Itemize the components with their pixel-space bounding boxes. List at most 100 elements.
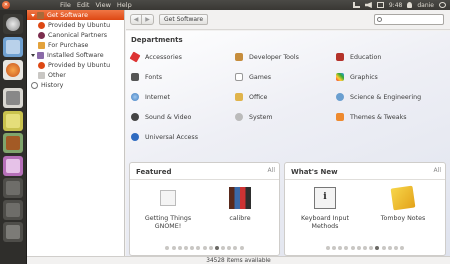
pager-dot[interactable]	[171, 246, 176, 250]
pager-dot[interactable]	[369, 246, 374, 250]
user-icon[interactable]	[407, 2, 413, 8]
pager-dot[interactable]	[375, 246, 380, 250]
launcher-software-center[interactable]	[3, 133, 23, 153]
pager-dot[interactable]	[239, 246, 244, 250]
sidebar-item-installed-software[interactable]: Installed Software	[27, 50, 124, 60]
top-panel: ✕ File Edit View Help 9:48 danie	[0, 0, 450, 10]
pager-dot[interactable]	[338, 246, 343, 250]
launcher-app[interactable]	[3, 111, 23, 131]
whats-new-app-keyboard-input[interactable]: i Keyboard Input Methods	[295, 187, 355, 231]
pager-dot[interactable]	[214, 246, 219, 250]
pager-dot[interactable]	[227, 246, 232, 250]
sidebar-item-label: Provided by Ubuntu	[48, 61, 111, 69]
category-graphics[interactable]: Graphics	[336, 73, 378, 81]
pager-dot[interactable]	[233, 246, 238, 250]
app-label: Keyboard Input Methods	[301, 215, 349, 230]
browser-icon	[6, 63, 20, 77]
close-window-button[interactable]: ✕	[2, 1, 10, 9]
launcher-workspaces[interactable]	[3, 178, 23, 198]
whats-new-pager[interactable]	[285, 246, 445, 250]
pager-dot[interactable]	[221, 246, 226, 250]
sidebar-item-canonical-partners[interactable]: Canonical Partners	[27, 30, 124, 40]
whats-new-panel: What's New All i Keyboard Input Methods …	[284, 162, 446, 256]
applications-icon	[6, 203, 20, 217]
sound-icon[interactable]	[364, 2, 372, 8]
network-icon[interactable]	[352, 2, 360, 8]
search-input[interactable]	[374, 14, 444, 25]
expand-arrow-icon[interactable]	[31, 53, 35, 57]
menu-help[interactable]: Help	[117, 1, 132, 9]
category-accessories[interactable]: Accessories	[129, 51, 182, 63]
pager-dot[interactable]	[363, 246, 367, 250]
fonts-icon	[131, 73, 139, 81]
pager-dot[interactable]	[325, 246, 330, 250]
pager-dot[interactable]	[400, 246, 405, 250]
history-clock-icon	[31, 81, 38, 89]
whats-new-app-tomboy[interactable]: Tomboy Notes	[373, 185, 433, 223]
pager-dot[interactable]	[190, 246, 195, 250]
pager-dot[interactable]	[356, 246, 361, 250]
category-internet[interactable]: Internet	[131, 93, 170, 101]
pager-dot[interactable]	[350, 246, 355, 250]
featured-app-gtg[interactable]: Getting Things GNOME!	[138, 187, 198, 231]
pager-dot[interactable]	[393, 246, 398, 250]
departments-heading: Departments	[131, 36, 183, 44]
power-icon[interactable]	[439, 2, 446, 8]
sidebar-item-installed-ubuntu[interactable]: Provided by Ubuntu	[27, 60, 124, 70]
category-science-engineering[interactable]: Science & Engineering	[336, 93, 421, 101]
pager-dot[interactable]	[183, 246, 188, 250]
menu-view[interactable]: View	[95, 1, 110, 9]
forward-button[interactable]: ▶	[142, 14, 154, 25]
launcher-apps[interactable]	[3, 200, 23, 220]
featured-pager[interactable]	[130, 246, 279, 250]
launcher-browser[interactable]	[3, 60, 23, 80]
featured-all-link[interactable]: All	[268, 167, 275, 174]
pager-dot[interactable]	[208, 246, 213, 250]
category-label: Internet	[145, 93, 171, 101]
category-label: Office	[249, 93, 268, 101]
category-sound-video[interactable]: Sound & Video	[131, 113, 191, 121]
sidebar-item-get-software[interactable]: Get Software	[27, 10, 124, 20]
ubuntu-icon	[38, 61, 45, 69]
category-universal-access[interactable]: Universal Access	[131, 133, 198, 141]
category-developer-tools[interactable]: Developer Tools	[235, 53, 299, 61]
launcher-trash[interactable]	[3, 222, 23, 242]
back-button[interactable]: ◀	[130, 14, 142, 25]
whats-new-all-link[interactable]: All	[434, 167, 441, 174]
sidebar-item-other[interactable]: Other	[27, 70, 124, 80]
sidebar-item-label: Get Software	[47, 11, 88, 19]
mail-icon[interactable]	[376, 2, 384, 8]
sidebar: Get Software Provided by Ubuntu Canonica…	[27, 10, 125, 256]
user-name[interactable]: danie	[417, 2, 434, 9]
pager-dot[interactable]	[196, 246, 201, 250]
partners-icon	[38, 31, 45, 39]
menu-edit[interactable]: Edit	[77, 1, 90, 9]
expand-arrow-icon[interactable]	[31, 13, 35, 17]
sidebar-item-provided-by-ubuntu[interactable]: Provided by Ubuntu	[27, 20, 124, 30]
graphics-icon	[336, 73, 344, 81]
category-themes-tweaks[interactable]: Themes & Tweaks	[336, 113, 407, 121]
launcher-home[interactable]	[3, 14, 23, 34]
launcher-files[interactable]	[3, 37, 23, 57]
launcher-settings[interactable]	[3, 156, 23, 176]
office-icon	[235, 93, 243, 101]
category-education[interactable]: Education	[336, 53, 381, 61]
clock[interactable]: 9:48	[389, 2, 402, 9]
pager-dot[interactable]	[332, 246, 337, 250]
pager-dot[interactable]	[344, 246, 349, 250]
pager-dot[interactable]	[165, 246, 170, 250]
sidebar-item-for-purchase[interactable]: For Purchase	[27, 40, 124, 50]
sidebar-item-history[interactable]: History	[27, 80, 124, 90]
menu-file[interactable]: File	[60, 1, 71, 9]
featured-app-calibre[interactable]: calibre	[210, 187, 270, 223]
category-system[interactable]: System	[235, 113, 272, 121]
pager-dot[interactable]	[202, 246, 207, 250]
pager-dot[interactable]	[387, 246, 392, 250]
category-office[interactable]: Office	[235, 93, 267, 101]
category-fonts[interactable]: Fonts	[131, 73, 162, 81]
breadcrumb-get-software[interactable]: Get Software	[159, 14, 209, 25]
pager-dot[interactable]	[177, 246, 182, 250]
launcher-office[interactable]	[3, 88, 23, 108]
pager-dot[interactable]	[381, 246, 386, 250]
category-games[interactable]: Games	[235, 73, 271, 81]
